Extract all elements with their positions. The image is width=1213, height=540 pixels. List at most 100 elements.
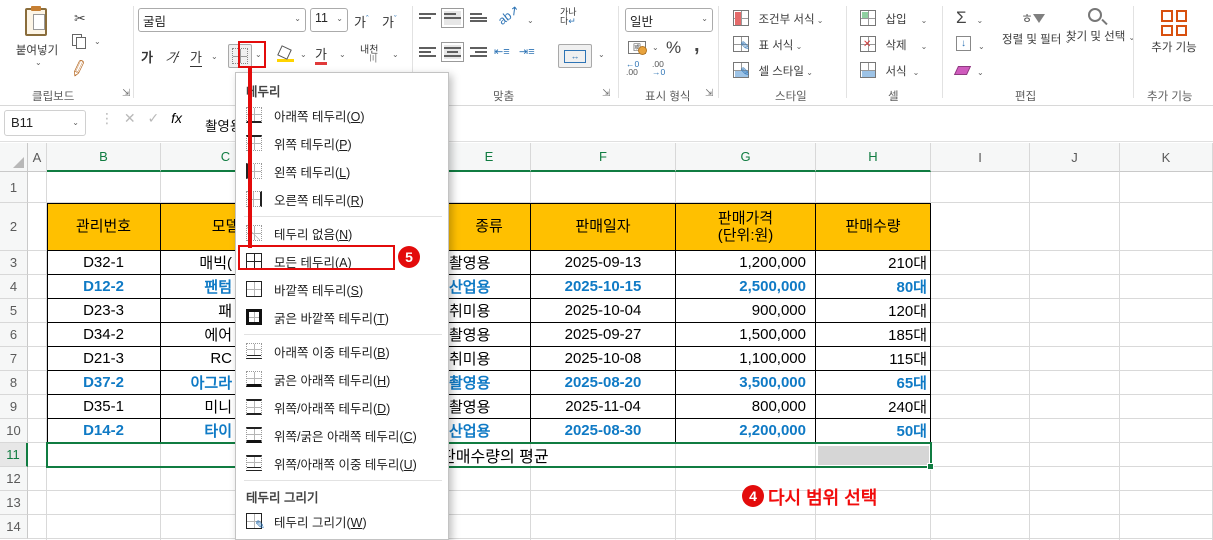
underline-dropdown[interactable]: ⌄	[211, 52, 218, 61]
column-header-J[interactable]: J	[1030, 143, 1120, 172]
row-header-3[interactable]: 3	[0, 251, 28, 275]
merge-center-dropdown[interactable]: ⌄	[598, 50, 605, 59]
cell-qty[interactable]: 50대	[816, 419, 931, 443]
delete-cells-button[interactable]: ✕ 삭제 ⌄	[860, 36, 927, 54]
cell-qty[interactable]: 115대	[816, 347, 931, 371]
font-size-combo[interactable]: 11 ⌄	[310, 8, 348, 32]
cell-qty[interactable]: 210대	[816, 251, 931, 275]
orientation-dropdown[interactable]: ⌄	[527, 16, 534, 25]
number-dialog-launcher[interactable]: ⇲	[705, 88, 713, 99]
middle-align-button[interactable]	[441, 8, 464, 28]
column-header-A[interactable]: A	[28, 143, 47, 172]
menu-item-O[interactable]: 아래쪽 테두리(O)	[236, 101, 448, 129]
increase-indent-button[interactable]: ⇥≡	[519, 45, 535, 58]
cell-id[interactable]: D12-2	[47, 275, 161, 299]
menu-item-S[interactable]: 바깥쪽 테두리(S)	[236, 275, 448, 303]
row-header-11[interactable]: 11	[0, 443, 28, 467]
font-name-combo[interactable]: 굴림 ⌄	[138, 8, 306, 32]
insert-cells-button[interactable]: 삽입 ⌄	[860, 10, 927, 28]
cell-price[interactable]: 2,200,000	[676, 419, 816, 443]
cell-type[interactable]: 촬영용	[448, 251, 531, 275]
cell-qty[interactable]: 80대	[816, 275, 931, 299]
format-as-table-button[interactable]: ✎ 표 서식 ⌄	[733, 36, 802, 54]
borders-dropdown-arrow[interactable]: ⌄	[255, 50, 262, 59]
cell-type[interactable]: 산업용	[448, 275, 531, 299]
row-header-8[interactable]: 8	[0, 371, 28, 395]
wrap-text-button[interactable]: 가나 다↵	[560, 8, 577, 26]
cell-type[interactable]: 촬영용	[448, 323, 531, 347]
cell-date[interactable]: 2025-10-15	[531, 275, 676, 299]
column-header-G[interactable]: G	[676, 143, 816, 172]
cell-date[interactable]: 2025-11-04	[531, 395, 676, 419]
row-header-5[interactable]: 5	[0, 299, 28, 323]
menu-item-C[interactable]: 위쪽/굵은 아래쪽 테두리(C)	[236, 421, 448, 449]
phonetic-guide-button[interactable]: 내천 〣 ⌄	[360, 46, 399, 65]
format-painter-button[interactable]: 🖉	[68, 56, 90, 84]
menu-item-T[interactable]: 굵은 바깥쪽 테두리(T)	[236, 303, 448, 331]
conditional-formatting-button[interactable]: 조건부 서식 ⌄	[733, 10, 824, 28]
shrink-font-button[interactable]: 가ˇ	[382, 12, 397, 31]
header-cell-type[interactable]: 종류	[448, 203, 531, 251]
cell-id[interactable]: D35-1	[47, 395, 161, 419]
alignment-dialog-launcher[interactable]: ⇲	[602, 88, 610, 99]
paste-button[interactable]: 붙여넣기 ⌄	[14, 6, 60, 72]
fill-button[interactable]: ↓ ⌄	[956, 36, 985, 54]
row-header-1[interactable]: 1	[0, 172, 28, 203]
row-header-7[interactable]: 7	[0, 347, 28, 371]
cell-date[interactable]: 2025-10-04	[531, 299, 676, 323]
row-header-13[interactable]: 13	[0, 491, 28, 515]
column-header-K[interactable]: K	[1120, 143, 1213, 172]
cell-date[interactable]: 2025-10-08	[531, 347, 676, 371]
cancel-icon[interactable]: ✕	[124, 110, 136, 126]
top-align-button[interactable]	[419, 11, 436, 25]
menu-item-H[interactable]: 굵은 아래쪽 테두리(H)	[236, 365, 448, 393]
addins-button[interactable]: 추가 기능	[1148, 10, 1200, 55]
cut-button[interactable]: ✂	[74, 10, 86, 27]
enter-icon[interactable]: ✓	[148, 110, 160, 126]
menu-item-D[interactable]: 위쪽/아래쪽 테두리(D)	[236, 393, 448, 421]
merge-center-button[interactable]: ↔	[558, 44, 592, 68]
menu-item-N[interactable]: 테두리 없음(N)	[236, 219, 448, 247]
cell-price[interactable]: 1,200,000	[676, 251, 816, 275]
number-format-combo[interactable]: 일반 ⌄	[625, 8, 713, 32]
cell-qty[interactable]: 120대	[816, 299, 931, 323]
cell-id[interactable]: D21-3	[47, 347, 161, 371]
cell-qty[interactable]: 185대	[816, 323, 931, 347]
align-center-button[interactable]	[441, 42, 464, 62]
column-header-H[interactable]: H	[816, 143, 931, 172]
cell-type[interactable]: 취미용	[448, 347, 531, 371]
menu-item-L[interactable]: 왼쪽 테두리(L)	[236, 157, 448, 185]
cell-id[interactable]: D34-2	[47, 323, 161, 347]
column-header-B[interactable]: B	[47, 143, 161, 172]
fill-color-dropdown[interactable]: ⌄	[300, 50, 307, 59]
menu-item-R[interactable]: 오른쪽 테두리(R)	[236, 185, 448, 213]
row-header-4[interactable]: 4	[0, 275, 28, 299]
cell-id[interactable]: D23-3	[47, 299, 161, 323]
fx-icon[interactable]: fx	[171, 110, 182, 126]
column-header-E[interactable]: E	[448, 143, 531, 172]
cell-date[interactable]: 2025-08-20	[531, 371, 676, 395]
underline-button[interactable]: 가	[190, 47, 202, 67]
name-box[interactable]: B11 ⌄	[4, 110, 86, 136]
clear-button[interactable]: ⌄	[953, 62, 984, 80]
decrease-indent-button[interactable]: ⇤≡	[494, 45, 510, 58]
row-header-14[interactable]: 14	[0, 515, 28, 539]
sort-filter-button[interactable]: ㅎ 정렬 및 필터 ⌄	[1002, 8, 1071, 48]
cell-qty[interactable]: 65대	[816, 371, 931, 395]
cell-date[interactable]: 2025-09-27	[531, 323, 676, 347]
cell-price[interactable]: 3,500,000	[676, 371, 816, 395]
orientation-button[interactable]: ab↗	[495, 2, 522, 27]
header-cell-id[interactable]: 관리번호	[47, 203, 161, 251]
font-color-dropdown[interactable]: ⌄	[339, 50, 346, 59]
align-right-button[interactable]	[470, 45, 487, 59]
cell-type[interactable]: 산업용	[448, 419, 531, 443]
row-header-2[interactable]: 2	[0, 203, 28, 251]
menu-item-W[interactable]: ✎ 테두리 그리기(W)	[236, 507, 448, 535]
row-header-10[interactable]: 10	[0, 419, 28, 443]
bold-button[interactable]: 가	[141, 47, 153, 66]
menu-item-G[interactable]: ✎테두리 눈금 그리기(G)	[236, 535, 448, 539]
cell-type[interactable]: 촬영용	[448, 395, 531, 419]
comma-style-button[interactable]: ,	[694, 34, 700, 57]
clipboard-dialog-launcher[interactable]: ⇲	[122, 88, 130, 99]
align-left-button[interactable]	[419, 45, 436, 59]
